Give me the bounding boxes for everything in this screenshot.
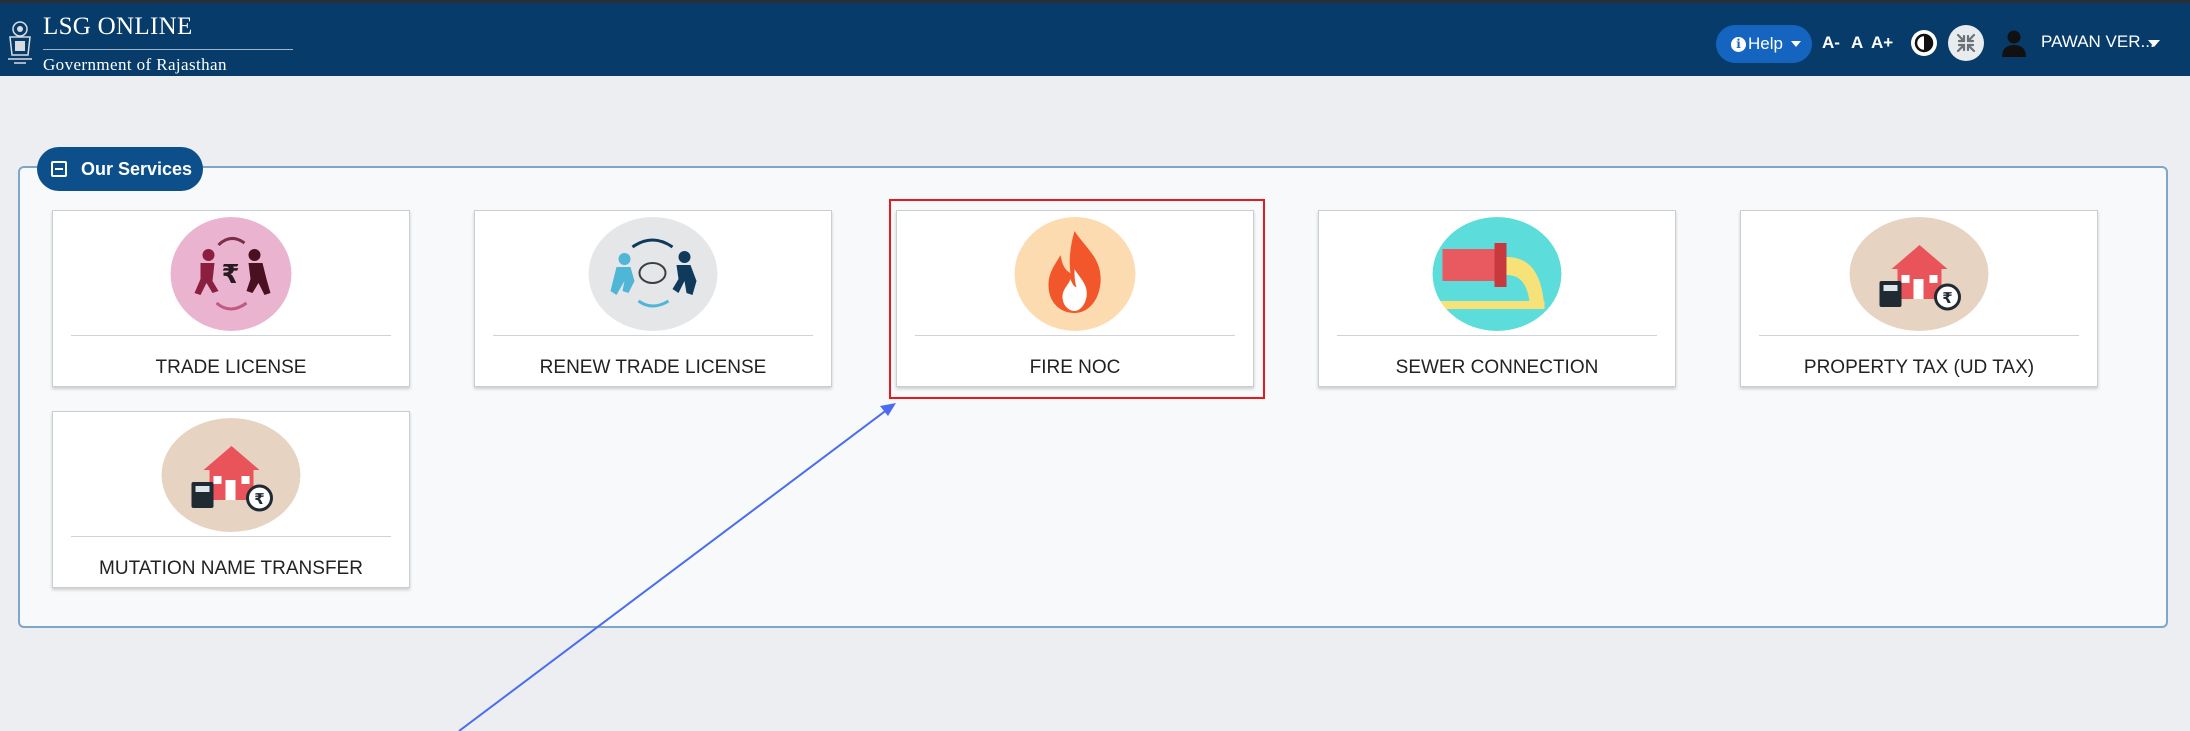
service-card-mutation-name-transfer[interactable]: ₹ MUTATION NAME TRANSFER	[52, 411, 410, 588]
service-label: FIRE NOC	[1029, 357, 1121, 378]
font-decrease-button[interactable]: A-	[1822, 33, 1840, 53]
brand-subtitle: Government of Rajasthan	[43, 55, 227, 74]
card-divider	[71, 536, 391, 537]
service-label: TRADE LICENSE	[155, 357, 307, 378]
svg-text:₹: ₹	[221, 260, 239, 290]
caret-down-icon	[1790, 41, 1801, 47]
top-navbar: LSG ONLINE Government of Rajasthan i Hel…	[0, 0, 2190, 76]
user-caret-down-icon[interactable]	[2148, 40, 2160, 47]
services-title: Our Services	[81, 158, 193, 179]
font-increase-button[interactable]: A+	[1871, 33, 1893, 53]
service-label: SEWER CONNECTION	[1395, 357, 1599, 378]
collapse-screen-button[interactable]	[1948, 25, 1984, 61]
property-tax-icon: ₹	[1849, 217, 1989, 331]
services-collapse-toggle[interactable]: Our Services	[37, 147, 203, 191]
service-card-property-tax[interactable]: ₹ PROPERTY TAX (UD TAX)	[1740, 210, 2098, 387]
minus-square-icon	[51, 161, 67, 177]
state-emblem-icon	[8, 21, 32, 64]
info-icon: i	[1731, 36, 1747, 52]
service-card-trade-license[interactable]: ₹ TRADE LICENSE	[52, 210, 410, 387]
service-label: PROPERTY TAX (UD TAX)	[1803, 357, 2035, 378]
card-divider	[71, 335, 391, 336]
help-dropdown-button[interactable]: i Help	[1716, 25, 1812, 63]
svg-text:₹: ₹	[254, 490, 264, 508]
compress-arrows-icon	[1956, 33, 1976, 53]
font-normal-button[interactable]: A	[1851, 33, 1863, 53]
brand-title: LSG ONLINE	[43, 13, 193, 40]
contrast-toggle-icon[interactable]	[1910, 29, 1938, 57]
mutation-house-icon: ₹	[161, 418, 301, 532]
card-divider	[493, 335, 813, 336]
user-menu-button[interactable]: PAWAN VER...	[2041, 32, 2155, 52]
service-label: MUTATION NAME TRANSFER	[99, 558, 363, 579]
card-divider	[915, 335, 1235, 336]
sewer-pipe-icon	[1432, 217, 1562, 331]
help-label: Help	[1748, 34, 1783, 53]
fire-icon	[1014, 217, 1136, 331]
service-label: RENEW TRADE LICENSE	[539, 357, 767, 378]
user-icon	[2002, 30, 2026, 57]
card-divider	[1337, 335, 1657, 336]
service-card-renew-trade-license[interactable]: RENEW TRADE LICENSE	[474, 210, 832, 387]
brand-divider	[43, 49, 293, 50]
renew-trade-license-icon	[588, 217, 718, 331]
trade-license-icon: ₹	[170, 217, 292, 331]
card-divider	[1759, 335, 2079, 336]
service-card-sewer-connection[interactable]: SEWER CONNECTION	[1318, 210, 1676, 387]
service-card-fire-noc[interactable]: FIRE NOC	[896, 210, 1254, 387]
svg-text:₹: ₹	[1942, 289, 1952, 307]
